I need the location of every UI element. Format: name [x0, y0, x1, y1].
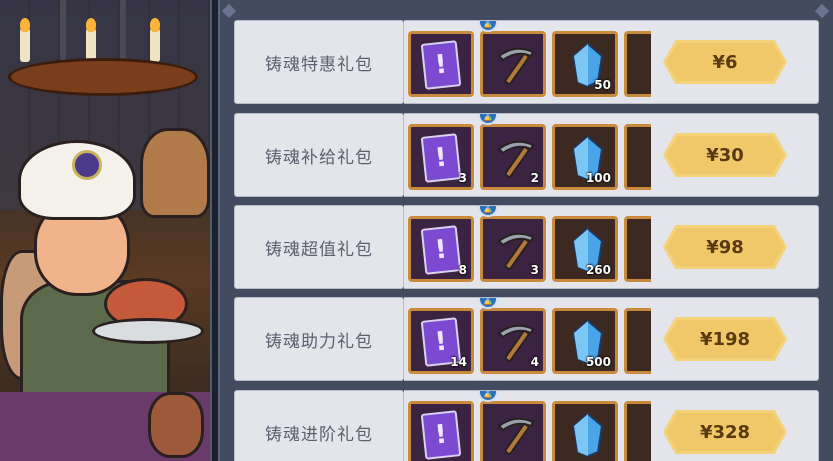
item-quantity: 100 — [585, 171, 611, 185]
gift-pack-row: 铸魂进阶礼包⌛ ¥328 — [234, 390, 819, 461]
pickaxe-icon — [497, 417, 535, 455]
reward-item-slot[interactable]: 3 — [480, 216, 546, 282]
dog-character — [140, 128, 210, 218]
panel-divider — [210, 0, 218, 461]
gift-pack-name: 铸魂助力礼包 — [234, 297, 404, 381]
candle — [20, 28, 30, 62]
gift-pack-row: 铸魂特惠礼包50⌛ ¥6 — [234, 20, 819, 104]
reward-item-slot[interactable]: 100 — [552, 124, 618, 190]
candle-flame — [20, 18, 30, 32]
item-quantity: 4 — [530, 355, 539, 369]
reward-item-slot[interactable] — [624, 216, 651, 282]
corner-ornament-icon — [221, 3, 237, 19]
buy-price-button[interactable]: ¥98 — [663, 225, 787, 269]
gift-pack-row: 铸魂助力礼包144500⌛¥198 — [234, 297, 819, 381]
price-area: ¥98 — [651, 205, 819, 289]
gift-pack-row: 铸魂超值礼包83260⌛¥98 — [234, 205, 819, 289]
reward-item-slot[interactable] — [624, 308, 651, 374]
item-quantity: 50 — [594, 78, 611, 92]
item-quantity: 260 — [585, 263, 611, 277]
gift-pack-items: 32100⌛ — [404, 113, 651, 197]
pickaxe-icon — [497, 47, 535, 85]
buy-price-button[interactable]: ¥198 — [663, 317, 787, 361]
gift-pack-list[interactable]: 铸魂特惠礼包50⌛¥6铸魂补给礼包32100⌛¥30铸魂超值礼包83260⌛¥9… — [218, 0, 833, 461]
price-area: ¥198 — [651, 297, 819, 381]
price-label: ¥198 — [699, 328, 751, 350]
purple-card-icon — [420, 40, 462, 90]
reward-item-slot[interactable] — [408, 31, 474, 97]
buy-price-button[interactable]: ¥6 — [663, 40, 787, 84]
reward-item-slot[interactable] — [624, 31, 651, 97]
item-quantity: 500 — [585, 355, 611, 369]
item-quantity: 3 — [530, 263, 539, 277]
reward-item-slot[interactable] — [624, 401, 651, 461]
item-quantity: 8 — [458, 263, 467, 277]
reward-item-slot[interactable] — [480, 401, 546, 461]
purple-card-icon — [420, 410, 462, 460]
reward-item-slot[interactable] — [480, 31, 546, 97]
gift-pack-row: 铸魂补给礼包32100⌛¥30 — [234, 113, 819, 197]
gift-pack-name: 铸魂超值礼包 — [234, 205, 404, 289]
reward-item-slot[interactable]: 4 — [480, 308, 546, 374]
reward-item-slot[interactable]: 50 — [552, 31, 618, 97]
gift-pack-name: 铸魂特惠礼包 — [234, 20, 404, 104]
reward-item-slot[interactable]: 260 — [552, 216, 618, 282]
chef-hat-emblem-icon — [72, 150, 102, 180]
candle-flame — [86, 18, 96, 32]
tavern-illustration — [0, 0, 214, 461]
blue-crystal-icon — [572, 412, 604, 458]
price-area: ¥30 — [651, 113, 819, 197]
price-area: ¥328 — [651, 390, 819, 461]
chandelier-chain — [60, 0, 66, 60]
chandelier-chain — [120, 0, 126, 60]
gift-pack-items: 83260⌛ — [404, 205, 651, 289]
buy-price-button[interactable]: ¥328 — [663, 410, 787, 454]
price-area: ¥6 — [651, 20, 819, 104]
candle-flame — [150, 18, 160, 32]
price-label: ¥30 — [706, 144, 744, 166]
candle — [150, 28, 160, 62]
clay-pot — [148, 392, 204, 458]
reward-item-slot[interactable]: 8 — [408, 216, 474, 282]
purple-card-icon — [420, 225, 462, 275]
reward-item-slot[interactable] — [624, 124, 651, 190]
reward-item-slot[interactable]: 3 — [408, 124, 474, 190]
serving-plate — [92, 318, 204, 344]
price-label: ¥328 — [699, 421, 751, 443]
gift-pack-name: 铸魂补给礼包 — [234, 113, 404, 197]
reward-item-slot[interactable] — [552, 401, 618, 461]
reward-item-slot[interactable]: 500 — [552, 308, 618, 374]
candle — [86, 28, 96, 62]
gift-pack-items: 50⌛ — [404, 20, 651, 104]
gift-pack-items: ⌛ — [404, 390, 651, 461]
price-label: ¥98 — [706, 236, 744, 258]
reward-item-slot[interactable]: 14 — [408, 308, 474, 374]
price-label: ¥6 — [712, 51, 738, 73]
item-quantity: 3 — [458, 171, 467, 185]
purple-card-icon — [420, 133, 462, 183]
reward-item-slot[interactable]: 2 — [480, 124, 546, 190]
item-quantity: 2 — [530, 171, 539, 185]
reward-item-slot[interactable] — [408, 401, 474, 461]
gift-pack-items: 144500⌛ — [404, 297, 651, 381]
gift-pack-name: 铸魂进阶礼包 — [234, 390, 404, 461]
buy-price-button[interactable]: ¥30 — [663, 133, 787, 177]
chandelier — [8, 58, 198, 96]
item-quantity: 14 — [450, 355, 467, 369]
corner-ornament-icon — [814, 3, 830, 19]
